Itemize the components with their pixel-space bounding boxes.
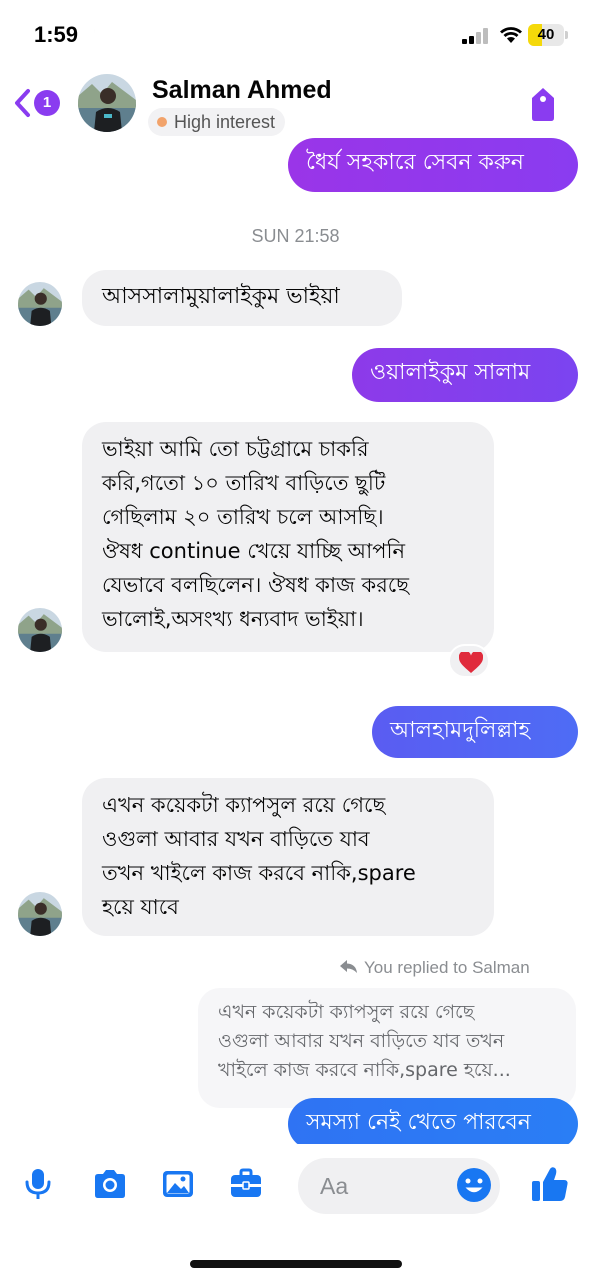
contact-name[interactable]: Salman Ahmed (152, 76, 332, 105)
message-line: হয়ে যাবে (102, 895, 179, 919)
home-indicator (190, 1260, 402, 1268)
cellular-signal-icon (462, 28, 488, 44)
message-line: তখন খাইলে কাজ করবে নাকি,spare (102, 861, 416, 885)
battery-percentage: 40 (537, 26, 555, 43)
message-line: ঔষধ continue খেয়ে যাচ্ছি আপনি (102, 539, 406, 563)
reply-arrow-icon (340, 960, 357, 973)
conversation-header: 1 Salman Ahmed High interest (0, 70, 591, 138)
thumbs-up-icon[interactable] (530, 1164, 570, 1204)
message-line: গেছিলাম ২০ তারিখ চলে আসছি। (102, 505, 384, 529)
lead-status-badge[interactable]: High interest (148, 108, 286, 136)
message-text: সমস্যা নেই খেতে পারবেন (306, 1110, 531, 1135)
message-line: ওগুলা আবার যখন বাড়িতে যাব (102, 827, 370, 851)
sender-avatar[interactable] (18, 282, 62, 326)
incoming-message-bubble[interactable]: ভাইয়া আমি তো চট্টগ্রামে চাকরি করি,গতো ১… (82, 422, 494, 652)
unread-count-badge: 1 (34, 90, 60, 116)
avatar-photo (78, 74, 136, 132)
outgoing-message-bubble[interactable]: সমস্যা নেই খেতে পারবেন (288, 1098, 578, 1150)
status-time: 1:59 (34, 22, 79, 47)
message-text: ওয়ালাইকুম সালাম (370, 360, 531, 385)
back-button[interactable]: 1 (12, 86, 66, 120)
message-text: ধৈর্য সহকারে সেবন করুন (306, 150, 524, 175)
status-dot-icon (157, 117, 167, 127)
quoted-message[interactable]: এখন কয়েকটা ক্যাপসুল রয়ে গেছে ওগুলা আবা… (198, 988, 576, 1108)
status-bar: 1:59 40 (0, 0, 591, 70)
incoming-message-bubble[interactable]: আসসালামুয়ালাইকুম ভাইয়া (82, 270, 402, 326)
message-composer (0, 1144, 591, 1280)
moon-icon (94, 26, 107, 39)
message-line: এখন কয়েকটা ক্যাপসুল রয়ে গেছে (102, 793, 386, 817)
heart-reaction[interactable] (448, 644, 490, 678)
briefcase-icon[interactable] (228, 1166, 264, 1202)
gallery-icon[interactable] (160, 1166, 196, 1202)
message-line: যেভাবে বলছিলেন। ঔষধ কাজ করছে (102, 573, 409, 597)
message-text: আসসালামুয়ালাইকুম ভাইয়া (102, 284, 340, 309)
message-line: করি,গতো ১০ তারিখ বাড়িতে ছুটি (102, 471, 386, 495)
contact-avatar[interactable] (78, 74, 136, 132)
message-line: ভাইয়া আমি তো চট্টগ্রামে চাকরি (102, 437, 369, 461)
sender-avatar[interactable] (18, 608, 62, 652)
lead-status-label: High interest (174, 112, 276, 132)
reply-indicator: You replied to Salman (340, 958, 530, 978)
chevron-left-icon (15, 89, 30, 117)
message-text: আলহামদুলিল্লাহ (390, 718, 531, 743)
wifi-icon (500, 27, 522, 43)
message-timestamp: SUN 21:58 (251, 226, 340, 246)
tag-icon[interactable] (526, 84, 560, 124)
sender-avatar[interactable] (18, 892, 62, 936)
incoming-message-bubble[interactable]: এখন কয়েকটা ক্যাপসুল রয়ে গেছে ওগুলা আবা… (82, 778, 494, 936)
reply-label: You replied to Salman (364, 958, 530, 977)
battery-icon: 40 (528, 24, 568, 46)
outgoing-message-bubble[interactable]: আলহামদুলিল্লাহ (372, 706, 578, 758)
emoji-icon[interactable] (455, 1166, 493, 1204)
outgoing-message-bubble[interactable]: ওয়ালাইকুম সালাম (352, 348, 578, 402)
heart-icon (459, 652, 483, 673)
camera-icon[interactable] (92, 1166, 128, 1202)
outgoing-message-bubble[interactable]: ধৈর্য সহকারে সেবন করুন (288, 138, 578, 192)
microphone-icon[interactable] (20, 1166, 56, 1202)
message-line: ভালোই,অসংখ্য ধন্যবাদ ভাইয়া। (102, 607, 364, 631)
